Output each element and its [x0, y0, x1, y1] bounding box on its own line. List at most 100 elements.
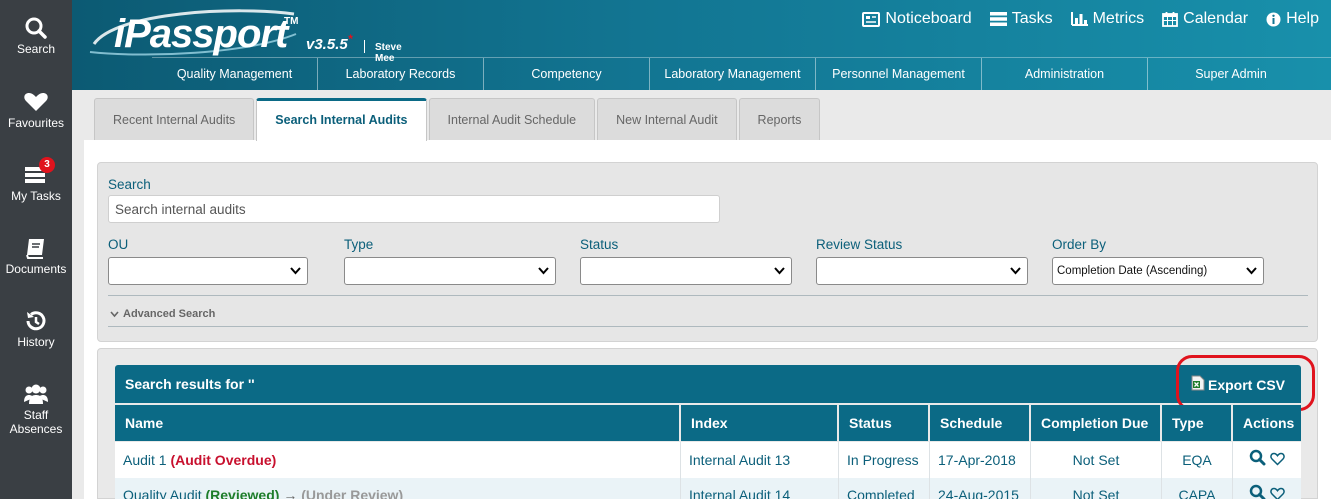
calendar-label: Calendar: [1183, 10, 1249, 27]
ou-label: OU: [108, 237, 129, 252]
view-search-icon[interactable]: [1249, 443, 1266, 478]
logo-text: iPassport: [114, 12, 288, 56]
nav-quality-management[interactable]: Quality Management: [152, 58, 318, 90]
row-actions: [1233, 442, 1301, 478]
audit-status: In Progress: [839, 442, 930, 478]
chevron-down-icon: [1010, 267, 1021, 275]
column-header-type[interactable]: Type: [1162, 405, 1233, 441]
tasks-label: Tasks: [1011, 10, 1053, 27]
audit-index: Internal Audit 13: [681, 442, 839, 478]
search-label: Search: [108, 177, 151, 192]
bar-chart-icon: [1070, 12, 1088, 26]
advanced-search-toggle[interactable]: Advanced Search: [108, 295, 1308, 327]
audit-name-cell[interactable]: Audit 1 (Audit Overdue): [115, 442, 681, 478]
info-icon: [1266, 12, 1281, 27]
main-nav: Quality Management Laboratory Records Co…: [152, 57, 1331, 90]
app-header: iPassport TM v3.5.5* Steve Mee Noticeboa…: [72, 0, 1331, 90]
row-actions: [1233, 478, 1301, 499]
tasks-link[interactable]: Tasks: [989, 10, 1053, 28]
audit-name-cell[interactable]: Quality Audit (Reviewed) → (Under Review…: [115, 478, 681, 499]
logo-trademark: TM: [284, 16, 299, 27]
sidebar-item-staff-absences[interactable]: Staff Absences: [0, 382, 72, 436]
sidebar-item-label: Search: [16, 42, 56, 56]
sidebar-item-label: My Tasks: [11, 189, 61, 203]
calendar-icon: [1162, 11, 1179, 27]
tab-internal-audit-schedule[interactable]: Internal Audit Schedule: [428, 98, 596, 140]
sidebar-item-label: Documents: [5, 262, 67, 276]
results-header: Search results for '' Export CSV: [115, 365, 1301, 403]
ou-select[interactable]: [108, 257, 308, 285]
version-number: v3.5.5: [306, 36, 348, 53]
audit-schedule: 17-Apr-2018: [930, 442, 1031, 478]
column-header-status[interactable]: Status: [839, 405, 930, 441]
nav-laboratory-records[interactable]: Laboratory Records: [318, 58, 484, 90]
version-label: v3.5.5*: [306, 32, 352, 53]
history-icon: [23, 309, 49, 333]
search-icon: [23, 16, 49, 40]
noticeboard-label: Noticeboard: [885, 10, 972, 27]
status-label: Status: [580, 237, 619, 252]
metrics-link[interactable]: Metrics: [1070, 10, 1145, 28]
under-review-flag: (Under Review): [301, 487, 404, 499]
column-header-name[interactable]: Name: [115, 405, 681, 441]
user-separator: [364, 40, 365, 53]
nav-laboratory-management[interactable]: Laboratory Management: [650, 58, 816, 90]
table-row: Audit 1 (Audit Overdue) Internal Audit 1…: [115, 442, 1301, 478]
ipassport-logo[interactable]: iPassport TM v3.5.5* Steve Mee: [86, 4, 416, 64]
sidebar-item-my-tasks[interactable]: 3 My Tasks: [0, 157, 72, 203]
tab-bar: Recent Internal Audits Search Internal A…: [94, 98, 822, 141]
order-by-label: Order By: [1052, 237, 1107, 252]
noticeboard-link[interactable]: Noticeboard: [862, 10, 972, 28]
sidebar-item-label: Favourites: [7, 116, 65, 130]
column-header-index[interactable]: Index: [681, 405, 839, 441]
search-input[interactable]: [108, 195, 720, 223]
review-status-select[interactable]: [816, 257, 1028, 285]
audit-completion-due: Not Set: [1031, 478, 1162, 499]
favourite-heart-icon[interactable]: [1270, 443, 1285, 478]
book-icon: [23, 236, 49, 260]
chevron-down-icon: [290, 267, 301, 275]
favourite-heart-icon[interactable]: [1270, 479, 1285, 499]
heart-icon: [23, 90, 49, 114]
type-select[interactable]: [344, 257, 556, 285]
order-by-select[interactable]: Completion Date (Ascending): [1052, 257, 1264, 285]
audit-schedule: 24-Aug-2015: [930, 478, 1031, 499]
advanced-search-label: Advanced Search: [123, 308, 216, 320]
reviewed-flag: (Reviewed): [205, 487, 280, 499]
tab-search-internal-audits[interactable]: Search Internal Audits: [256, 98, 427, 141]
list-icon: [989, 12, 1007, 26]
nav-super-admin[interactable]: Super Admin: [1148, 58, 1314, 90]
status-arrow: →: [283, 487, 298, 499]
overdue-flag: (Audit Overdue): [170, 452, 277, 468]
calendar-link[interactable]: Calendar: [1162, 10, 1248, 28]
sidebar-item-history[interactable]: History: [0, 309, 72, 349]
audit-name[interactable]: Quality Audit: [123, 487, 202, 499]
sidebar-item-search[interactable]: Search: [0, 16, 72, 56]
audit-status: Completed: [839, 478, 930, 499]
nav-competency[interactable]: Competency: [484, 58, 650, 90]
chevron-down-icon: [774, 267, 785, 275]
status-select[interactable]: [580, 257, 792, 285]
left-sidebar: Search Favourites 3 My Tasks Documents H…: [0, 0, 72, 499]
version-star: *: [347, 32, 353, 46]
help-link[interactable]: Help: [1266, 10, 1319, 28]
metrics-label: Metrics: [1092, 10, 1145, 27]
sidebar-item-documents[interactable]: Documents: [0, 236, 72, 276]
task-count-badge: 3: [39, 157, 55, 173]
column-header-completion-due[interactable]: Completion Due: [1031, 405, 1162, 441]
sidebar-item-label: Staff Absences: [9, 408, 63, 436]
column-header-schedule[interactable]: Schedule: [930, 405, 1031, 441]
tab-new-internal-audit[interactable]: New Internal Audit: [597, 98, 737, 140]
nav-personnel-management[interactable]: Personnel Management: [816, 58, 982, 90]
nav-administration[interactable]: Administration: [982, 58, 1148, 90]
review-status-label: Review Status: [816, 237, 903, 252]
chevron-down-icon: [1246, 267, 1257, 275]
view-search-icon[interactable]: [1249, 479, 1266, 499]
tab-reports[interactable]: Reports: [738, 98, 821, 140]
chevron-down-icon: [538, 267, 549, 275]
tab-recent-internal-audits[interactable]: Recent Internal Audits: [94, 98, 255, 140]
sidebar-item-favourites[interactable]: Favourites: [0, 90, 72, 130]
chevron-down-icon: [110, 310, 119, 317]
sidebar-item-label: History: [17, 335, 55, 349]
audit-name[interactable]: Audit 1: [123, 452, 167, 468]
